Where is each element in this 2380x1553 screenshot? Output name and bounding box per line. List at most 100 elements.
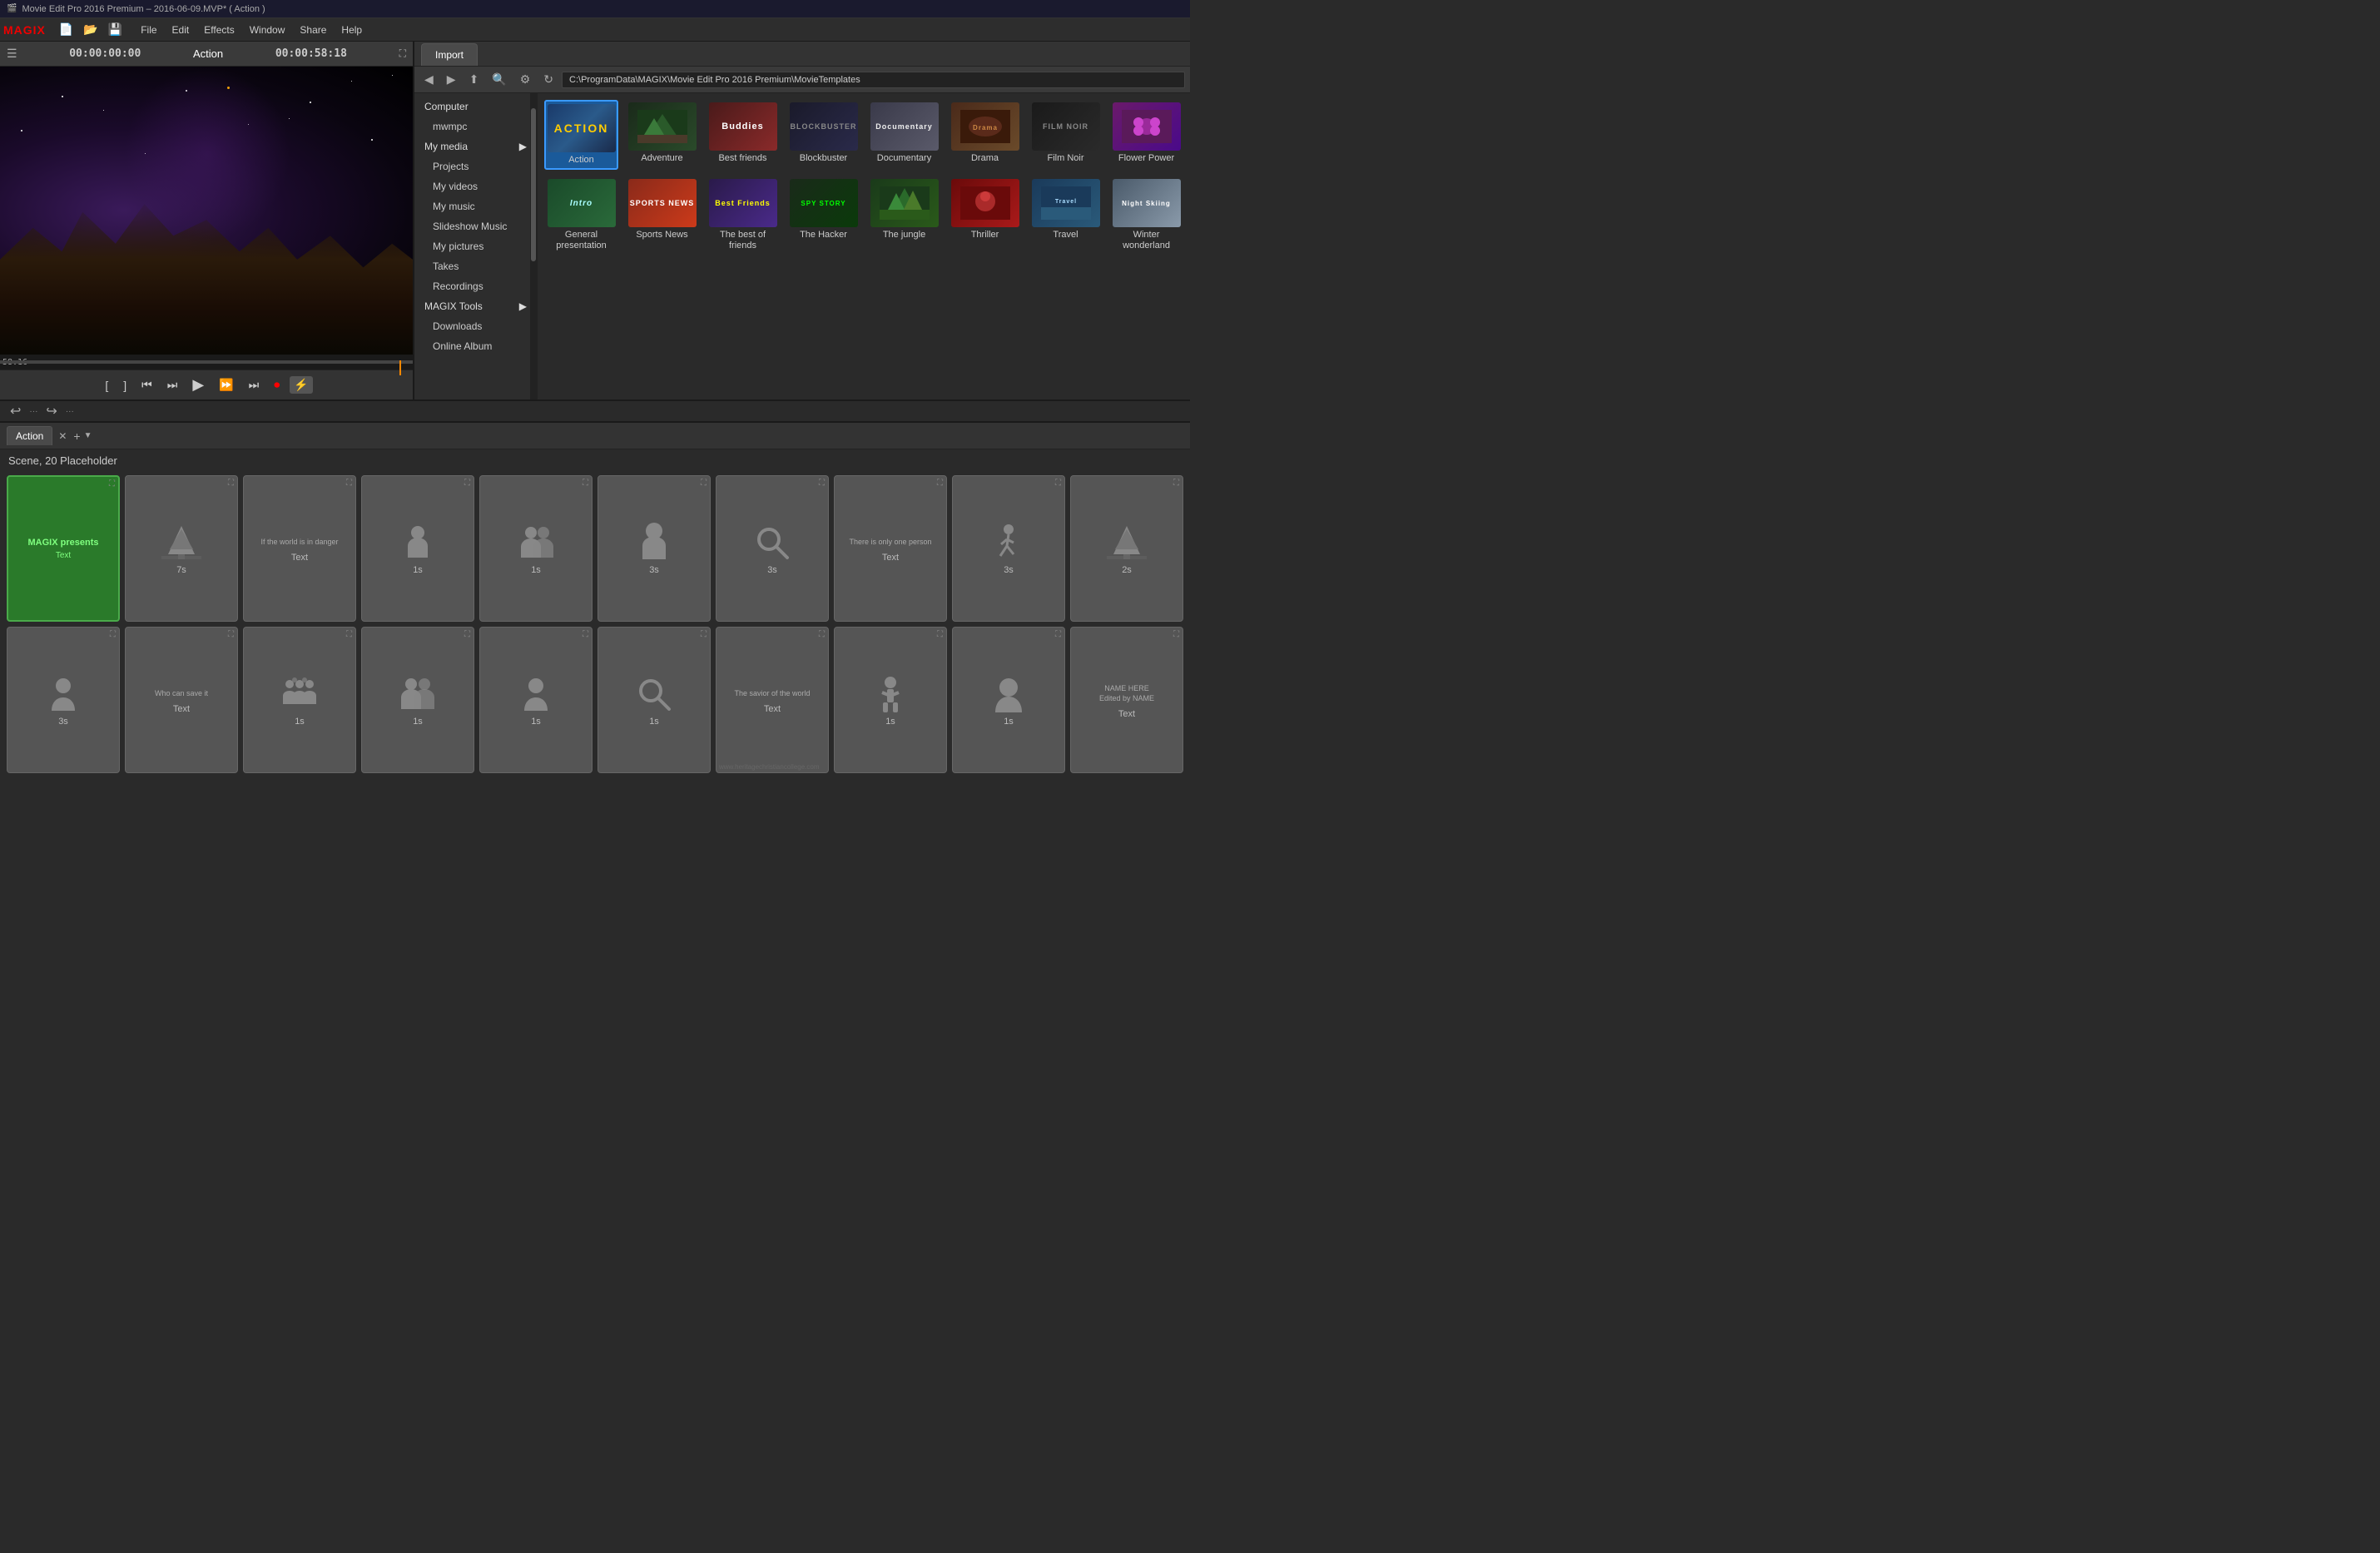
nav-recordings[interactable]: Recordings bbox=[414, 276, 537, 296]
ph11-expand-icon[interactable]: ⛶ bbox=[110, 630, 116, 639]
placeholder-15[interactable]: ⛶ 1s bbox=[479, 627, 593, 773]
ph7-expand-icon[interactable]: ⛶ bbox=[819, 479, 825, 488]
nav-my-pictures[interactable]: My pictures bbox=[414, 236, 537, 256]
nav-my-media[interactable]: My media ▶ bbox=[414, 136, 537, 156]
redo-button[interactable]: ↪ bbox=[42, 401, 60, 421]
new-file-icon[interactable]: 📄 bbox=[56, 21, 77, 38]
placeholder-2[interactable]: ⛶ 7s bbox=[125, 475, 238, 622]
ph17-expand-icon[interactable]: ⛶ bbox=[819, 630, 825, 639]
template-documentary[interactable]: Documentary Documentary bbox=[867, 100, 941, 170]
template-blockbuster[interactable]: BLOCKBUSTER Blockbuster bbox=[786, 100, 860, 170]
dropdown-tab-icon[interactable]: ▼ bbox=[84, 431, 92, 440]
nav-my-music[interactable]: My music bbox=[414, 196, 537, 216]
nav-my-videos[interactable]: My videos bbox=[414, 176, 537, 196]
ph3-expand-icon[interactable]: ⛶ bbox=[346, 479, 352, 488]
template-bestfriends[interactable]: Buddies Best friends bbox=[706, 100, 780, 170]
undo-options-icon[interactable]: ··· bbox=[29, 407, 37, 416]
mark-out-button[interactable]: ] bbox=[118, 375, 131, 395]
up-button[interactable]: ⬆ bbox=[464, 70, 484, 89]
ph16-expand-icon[interactable]: ⛶ bbox=[701, 630, 707, 639]
nav-mwmpc[interactable]: mwmpc bbox=[414, 117, 537, 136]
path-bar[interactable]: C:\ProgramData\MAGIX\Movie Edit Pro 2016… bbox=[562, 72, 1185, 88]
back-button[interactable]: ◀ bbox=[419, 70, 439, 89]
menu-help[interactable]: Help bbox=[335, 22, 369, 38]
template-hacker[interactable]: SPY STORY The Hacker bbox=[786, 176, 860, 254]
template-bestoffriends[interactable]: Best Friends The best of friends bbox=[706, 176, 780, 254]
placeholder-5[interactable]: ⛶ 1s bbox=[479, 475, 593, 622]
preview-scrubber[interactable]: 58:16 bbox=[0, 355, 413, 370]
ph19-expand-icon[interactable]: ⛶ bbox=[1055, 630, 1061, 639]
refresh-button[interactable]: ↻ bbox=[538, 70, 558, 89]
ph9-expand-icon[interactable]: ⛶ bbox=[1055, 479, 1061, 488]
nav-projects[interactable]: Projects bbox=[414, 156, 537, 176]
scrubber-bar[interactable] bbox=[0, 360, 413, 364]
search-button[interactable]: 🔍 bbox=[487, 70, 511, 89]
nav-slideshow-music[interactable]: Slideshow Music bbox=[414, 216, 537, 236]
nav-computer[interactable]: Computer bbox=[414, 97, 537, 117]
template-thriller[interactable]: Thriller bbox=[948, 176, 1022, 254]
nav-takes[interactable]: Takes bbox=[414, 256, 537, 276]
placeholder-10[interactable]: ⛶ 2s bbox=[1070, 475, 1183, 622]
prev-frame-button[interactable]: ⏮ bbox=[136, 375, 157, 395]
menu-effects[interactable]: Effects bbox=[197, 22, 240, 38]
placeholder-16[interactable]: ⛶ 1s bbox=[597, 627, 711, 773]
to-start-button[interactable]: ⏭ bbox=[162, 375, 183, 395]
nav-online-album[interactable]: Online Album bbox=[414, 336, 537, 356]
template-action[interactable]: ACTION Action bbox=[544, 100, 618, 170]
close-tab-icon[interactable]: ✕ bbox=[58, 430, 67, 442]
menu-window[interactable]: Window bbox=[243, 22, 292, 38]
template-flowerpower[interactable]: Flower Power bbox=[1109, 100, 1183, 170]
placeholder-7[interactable]: ⛶ 3s bbox=[716, 475, 829, 622]
placeholder-18[interactable]: ⛶ 1s bbox=[834, 627, 947, 773]
template-sportsnews[interactable]: SPORTS NEWS Sports News bbox=[625, 176, 699, 254]
ph12-expand-icon[interactable]: ⛶ bbox=[228, 630, 234, 639]
undo-button[interactable]: ↩ bbox=[7, 401, 24, 421]
forward-button[interactable]: ▶ bbox=[442, 70, 461, 89]
placeholder-6[interactable]: ⛶ 3s bbox=[597, 475, 711, 622]
placeholder-9[interactable]: ⛶ 3s bbox=[952, 475, 1065, 622]
nav-scrollbar-thumb[interactable] bbox=[531, 108, 536, 261]
placeholder-4[interactable]: ⛶ 1s bbox=[361, 475, 474, 622]
ph8-expand-icon[interactable]: ⛶ bbox=[937, 479, 943, 488]
placeholder-13[interactable]: ⛶ 1s bbox=[243, 627, 356, 773]
next-frame-button[interactable]: ⏭ bbox=[244, 375, 265, 395]
to-end-button[interactable]: ⏩ bbox=[214, 375, 238, 395]
menu-edit[interactable]: Edit bbox=[166, 22, 196, 38]
template-adventure[interactable]: Adventure bbox=[625, 100, 699, 170]
placeholder-19[interactable]: ⛶ 1s bbox=[952, 627, 1065, 773]
ph18-expand-icon[interactable]: ⛶ bbox=[937, 630, 943, 639]
template-filmnoir[interactable]: FILM NOIR Film Noir bbox=[1029, 100, 1103, 170]
nav-magix-tools[interactable]: MAGIX Tools ▶ bbox=[414, 296, 537, 316]
ph20-expand-icon[interactable]: ⛶ bbox=[1173, 630, 1179, 639]
placeholder-14[interactable]: ⛶ 1s bbox=[361, 627, 474, 773]
ph15-expand-icon[interactable]: ⛶ bbox=[583, 630, 588, 639]
ph13-expand-icon[interactable]: ⛶ bbox=[346, 630, 352, 639]
settings-button[interactable]: ⚙ bbox=[515, 70, 536, 89]
ph10-expand-icon[interactable]: ⛶ bbox=[1173, 479, 1179, 488]
record-button[interactable]: ⏺ bbox=[269, 375, 285, 395]
play-button[interactable]: ▶ bbox=[187, 373, 209, 397]
open-file-icon[interactable]: 📂 bbox=[80, 21, 101, 38]
placeholder-17[interactable]: ⛶ The savior of the world Text www.herit… bbox=[716, 627, 829, 773]
save-file-icon[interactable]: 💾 bbox=[105, 21, 126, 38]
hamburger-icon[interactable]: ☰ bbox=[7, 47, 17, 61]
placeholder-20[interactable]: ⛶ NAME HERE Edited by NAME Text bbox=[1070, 627, 1183, 773]
ph2-expand-icon[interactable]: ⛶ bbox=[228, 479, 234, 488]
timeline-tab-action[interactable]: Action ✕ bbox=[7, 426, 67, 445]
menu-share[interactable]: Share bbox=[293, 22, 333, 38]
placeholder-3[interactable]: ⛶ If the world is in danger Text bbox=[243, 475, 356, 622]
tab-import[interactable]: Import bbox=[421, 43, 478, 66]
menu-file[interactable]: File bbox=[134, 22, 163, 38]
ph1-expand-icon[interactable]: ⛶ bbox=[109, 479, 115, 489]
template-winter[interactable]: Night Skiing Winter wonderland bbox=[1109, 176, 1183, 254]
ph5-expand-icon[interactable]: ⛶ bbox=[583, 479, 588, 488]
add-tab-button[interactable]: + bbox=[73, 429, 80, 443]
placeholder-11[interactable]: ⛶ 3s bbox=[7, 627, 120, 773]
template-general[interactable]: Intro General presentation bbox=[544, 176, 618, 254]
mark-in-button[interactable]: [ bbox=[100, 375, 113, 395]
ph14-expand-icon[interactable]: ⛶ bbox=[464, 630, 470, 639]
template-travel[interactable]: Travel Travel bbox=[1029, 176, 1103, 254]
nav-downloads[interactable]: Downloads bbox=[414, 316, 537, 336]
placeholder-12[interactable]: ⛶ Who can save it Text bbox=[125, 627, 238, 773]
template-jungle[interactable]: The jungle bbox=[867, 176, 941, 254]
